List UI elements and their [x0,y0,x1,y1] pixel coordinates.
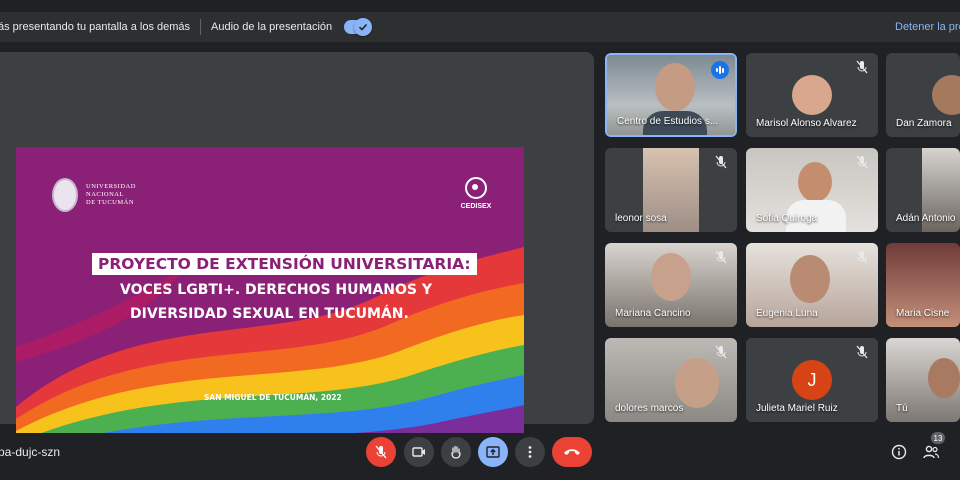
participant-face [675,358,719,408]
check-icon [354,18,373,36]
participant-face [798,162,832,202]
participant-tile[interactable]: Mariana Cancino [605,243,737,327]
participant-name: leonor sosa [615,213,667,224]
mic-off-icon [715,155,727,169]
participant-name: dolores marcos [615,403,684,414]
presenting-text: ás presentando tu pantalla a los demás [0,21,191,33]
mic-off-icon [856,345,868,359]
presentation-audio-label: Audio de la presentación [211,21,333,33]
meeting-code: pa-dujc-szn [0,445,61,459]
info-icon [891,444,907,460]
microphone-button[interactable] [366,437,396,467]
hang-up-icon [564,449,580,455]
participant-avatar [792,75,832,115]
university-logo: UNIVERSIDAD NACIONAL DE TUCUMÁN [52,178,146,212]
participant-name: Eugenia Luna [756,308,818,319]
participant-face [790,255,830,303]
banner-divider [200,19,202,35]
participant-tile[interactable]: Tú [886,338,960,422]
university-seal-icon [52,178,78,212]
presentation-audio-toggle[interactable] [344,18,373,36]
cedisex-logo: CEDISEX [452,177,500,210]
participant-face [928,358,960,398]
present-screen-button[interactable] [478,437,508,467]
participant-tile[interactable]: Centro de Estudios s... [605,53,737,137]
camera-button[interactable] [404,437,434,467]
participant-name: Maria Cisne [896,308,950,319]
university-name: UNIVERSIDAD NACIONAL DE TUCUMÁN [86,183,136,206]
participant-tile[interactable]: Sofia Quiroga [746,148,878,232]
slide-title-line-3: DIVERSIDAD SEXUAL EN TUCUMÁN. [130,306,409,322]
participant-tile[interactable]: Eugenia Luna [746,243,878,327]
presenting-banner: ás presentando tu pantalla a los demás A… [0,12,960,42]
participant-tile[interactable]: Dan Zamora [886,53,960,137]
presentation-area: UNIVERSIDAD NACIONAL DE TUCUMÁN CEDISEX PR… [0,52,594,433]
participant-tile[interactable]: J Julieta Mariel Ruiz [746,338,878,422]
participant-avatar [932,75,960,115]
participant-name: Tú [896,403,908,414]
participant-name: Centro de Estudios s... [617,116,719,127]
mic-off-icon [375,445,387,459]
mic-off-icon [856,155,868,169]
participant-name: Adán Antonio [896,213,956,224]
participant-name: Marisol Alonso Alvarez [756,118,857,129]
participant-tile[interactable]: Maria Cisne [886,243,960,327]
participant-count-badge: 13 [931,432,945,444]
mic-off-icon [715,250,727,264]
mic-off-icon [856,60,868,74]
participant-face [655,63,695,111]
participant-name: Dan Zamora [896,118,952,129]
meeting-details-button[interactable] [884,437,914,467]
top-bar [0,0,960,12]
slide-footer: SAN MIGUEL DE TUCUMÁN, 2022 [204,393,342,402]
participant-tile[interactable]: Marisol Alonso Alvarez [746,53,878,137]
participant-initial-avatar: J [792,360,832,400]
present-icon [486,446,500,458]
mic-off-icon [715,345,727,359]
participant-name: Mariana Cancino [615,308,691,319]
hand-icon [451,445,461,459]
more-options-button[interactable] [515,437,545,467]
slide-title-line-1: PROYECTO DE EXTENSIÓN UNIVERSITARIA: [92,253,477,275]
people-icon [923,445,940,459]
speaking-indicator-icon [711,61,729,79]
participant-face [651,253,691,301]
raise-hand-button[interactable] [441,437,471,467]
participant-tile[interactable]: leonor sosa [605,148,737,232]
participant-name: Sofia Quiroga [756,213,818,224]
participant-tile[interactable]: dolores marcos [605,338,737,422]
participant-tile[interactable]: Adán Antonio [886,148,960,232]
stop-presenting-button[interactable]: Detener la pre [895,21,960,33]
cedisex-name: CEDISEX [460,203,492,210]
more-vert-icon [528,446,532,458]
presentation-slide: UNIVERSIDAD NACIONAL DE TUCUMÁN CEDISEX PR… [16,147,524,433]
participant-name: Julieta Mariel Ruiz [756,403,838,414]
slide-title-line-2: VOCES LGBTI+. DERECHOS HUMANOS Y [120,282,432,298]
magnifier-eye-icon [465,177,487,199]
leave-call-button[interactable] [552,437,592,467]
mic-off-icon [856,250,868,264]
camera-icon [412,447,425,457]
